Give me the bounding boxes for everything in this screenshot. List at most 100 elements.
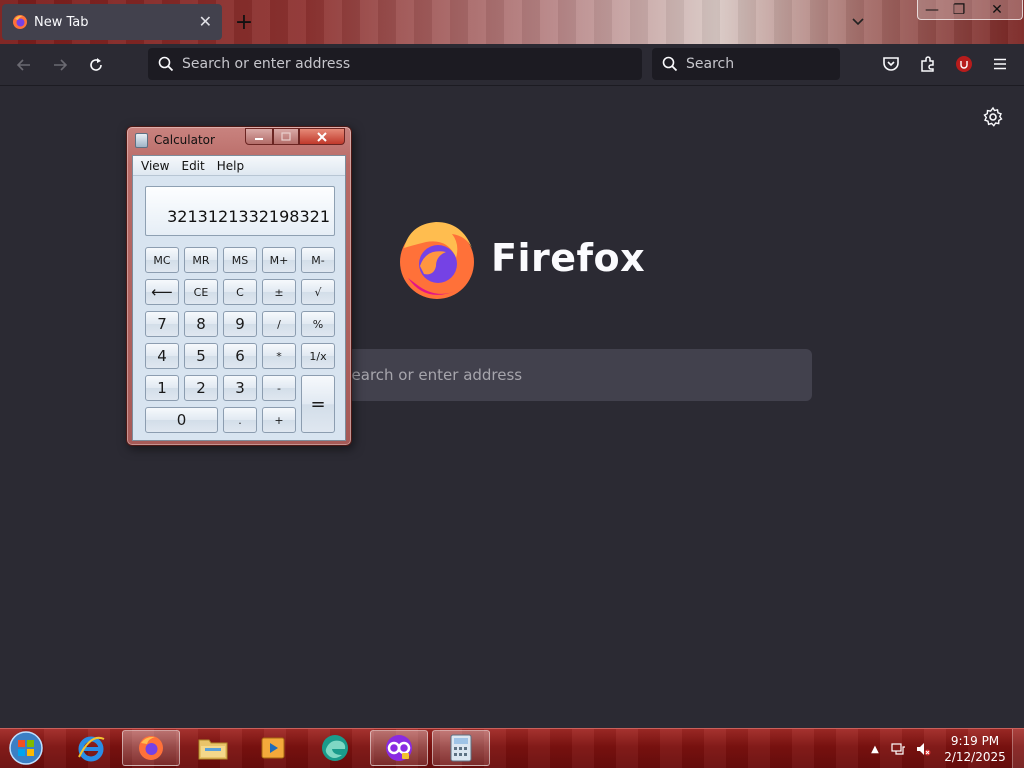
backspace-button[interactable]: ⟵ xyxy=(145,279,179,305)
calculator-close-button[interactable] xyxy=(299,128,345,145)
digit-8-button[interactable]: 8 xyxy=(184,311,218,337)
m-minus-button[interactable]: M- xyxy=(301,247,335,273)
digit-6-button[interactable]: 6 xyxy=(223,343,257,369)
minimize-icon xyxy=(255,137,263,140)
menu-view[interactable]: View xyxy=(135,159,175,173)
taskbar-file-explorer[interactable] xyxy=(184,730,242,766)
network-icon xyxy=(891,743,905,755)
folder-icon xyxy=(198,739,228,760)
taskbar-calculator[interactable] xyxy=(432,730,490,766)
firefox-icon xyxy=(139,736,163,760)
clock-time: 9:19 PM xyxy=(950,734,1000,748)
media-player-icon xyxy=(261,737,285,759)
personalize-settings-button[interactable] xyxy=(982,106,1004,128)
reload-button[interactable] xyxy=(82,51,110,79)
internet-explorer-icon xyxy=(78,736,105,762)
network-tray-button[interactable] xyxy=(890,740,908,758)
square-root-button[interactable]: √ xyxy=(301,279,335,305)
calculator-minimize-button[interactable] xyxy=(245,128,273,145)
back-button[interactable] xyxy=(10,51,38,79)
taskbar-media-player[interactable] xyxy=(244,730,302,766)
clear-button[interactable]: C xyxy=(223,279,257,305)
menu-edit[interactable]: Edit xyxy=(175,159,210,173)
calculator-menu-bar: View Edit Help xyxy=(133,156,345,176)
m-plus-button[interactable]: M+ xyxy=(262,247,296,273)
puzzle-icon xyxy=(921,56,934,72)
app-menu-button[interactable] xyxy=(987,51,1013,77)
arrow-left-icon xyxy=(16,59,30,71)
calculator-window: Calculator View Edit Help 32131213321983… xyxy=(126,126,352,446)
clock-date: 2/12/2025 xyxy=(944,750,1006,764)
forward-button[interactable] xyxy=(46,51,74,79)
percent-button[interactable]: % xyxy=(301,311,335,337)
digit-5-button[interactable]: 5 xyxy=(184,343,218,369)
tab-title: New Tab xyxy=(34,14,89,30)
plus-minus-button[interactable]: ± xyxy=(262,279,296,305)
digit-4-button[interactable]: 4 xyxy=(145,343,179,369)
hamburger-menu-icon xyxy=(994,58,1006,70)
gear-icon xyxy=(983,106,1003,127)
maximize-icon xyxy=(281,132,291,141)
start-button[interactable] xyxy=(6,730,46,766)
close-icon xyxy=(317,131,327,142)
search-bar[interactable]: Search xyxy=(652,48,840,80)
reload-icon xyxy=(90,58,102,71)
mr-button[interactable]: MR xyxy=(184,247,218,273)
close-window-button[interactable]: ✕ xyxy=(972,0,1022,20)
taskbar-firefox[interactable] xyxy=(122,730,180,766)
address-bar[interactable]: Search or enter address xyxy=(148,48,642,80)
show-hidden-icons-button[interactable]: ▲ xyxy=(866,740,884,758)
digit-9-button[interactable]: 9 xyxy=(223,311,257,337)
firefox-favicon-icon xyxy=(13,15,27,29)
volume-tray-button[interactable] xyxy=(914,740,932,758)
ublock-origin-button[interactable] xyxy=(951,51,977,77)
digit-3-button[interactable]: 3 xyxy=(223,375,257,401)
calculator-app-icon xyxy=(135,132,148,148)
calculator-icon xyxy=(450,734,472,762)
decimal-button[interactable]: . xyxy=(223,407,257,433)
divide-button[interactable]: / xyxy=(262,311,296,337)
calculator-display: 3213121332198321 xyxy=(145,186,335,236)
address-bar-placeholder: Search or enter address xyxy=(182,56,351,72)
digit-0-button[interactable]: 0 xyxy=(145,407,218,433)
list-all-tabs-button[interactable] xyxy=(846,10,870,34)
show-desktop-button[interactable] xyxy=(1012,729,1024,768)
search-icon xyxy=(158,56,174,72)
digit-1-button[interactable]: 1 xyxy=(145,375,179,401)
clear-entry-button[interactable]: CE xyxy=(184,279,218,305)
digit-2-button[interactable]: 2 xyxy=(184,375,218,401)
search-icon xyxy=(662,56,678,72)
minimize-window-button[interactable]: — xyxy=(918,0,946,20)
taskbar-clock[interactable]: 9:19 PM 2/12/2025 xyxy=(940,733,1010,765)
tab-new-tab[interactable]: New Tab ✕ xyxy=(2,4,222,40)
speaker-muted-icon xyxy=(917,743,931,756)
subtract-button[interactable]: - xyxy=(262,375,296,401)
taskbar-edge[interactable] xyxy=(306,730,364,766)
extensions-button[interactable] xyxy=(915,51,941,77)
restore-window-button[interactable]: ❐ xyxy=(946,0,972,20)
multiply-button[interactable]: * xyxy=(262,343,296,369)
pocket-button[interactable] xyxy=(878,51,904,77)
edge-icon xyxy=(322,735,348,761)
ms-button[interactable]: MS xyxy=(223,247,257,273)
firefox-logo-icon xyxy=(400,222,474,299)
new-tab-button[interactable]: + xyxy=(232,8,256,36)
reciprocal-button[interactable]: 1/x xyxy=(301,343,335,369)
calculator-body: View Edit Help 3213121332198321 MC MR MS… xyxy=(132,155,346,441)
menu-help[interactable]: Help xyxy=(211,159,250,173)
pocket-icon xyxy=(883,57,899,71)
taskbar-game-app[interactable] xyxy=(370,730,428,766)
digit-7-button[interactable]: 7 xyxy=(145,311,179,337)
taskbar-internet-explorer[interactable] xyxy=(62,730,120,766)
windows-logo-icon xyxy=(9,731,43,765)
equals-button[interactable]: = xyxy=(301,375,335,433)
add-button[interactable]: + xyxy=(262,407,296,433)
arrow-right-icon xyxy=(54,59,68,71)
chevron-down-icon xyxy=(852,18,864,26)
close-tab-icon[interactable]: ✕ xyxy=(199,14,212,30)
calculator-maximize-button[interactable] xyxy=(273,128,299,145)
mc-button[interactable]: MC xyxy=(145,247,179,273)
content-search-placeholder: Search or enter address xyxy=(342,366,523,384)
firefox-wordmark: Firefox xyxy=(491,236,646,280)
calculator-title: Calculator xyxy=(154,133,215,147)
